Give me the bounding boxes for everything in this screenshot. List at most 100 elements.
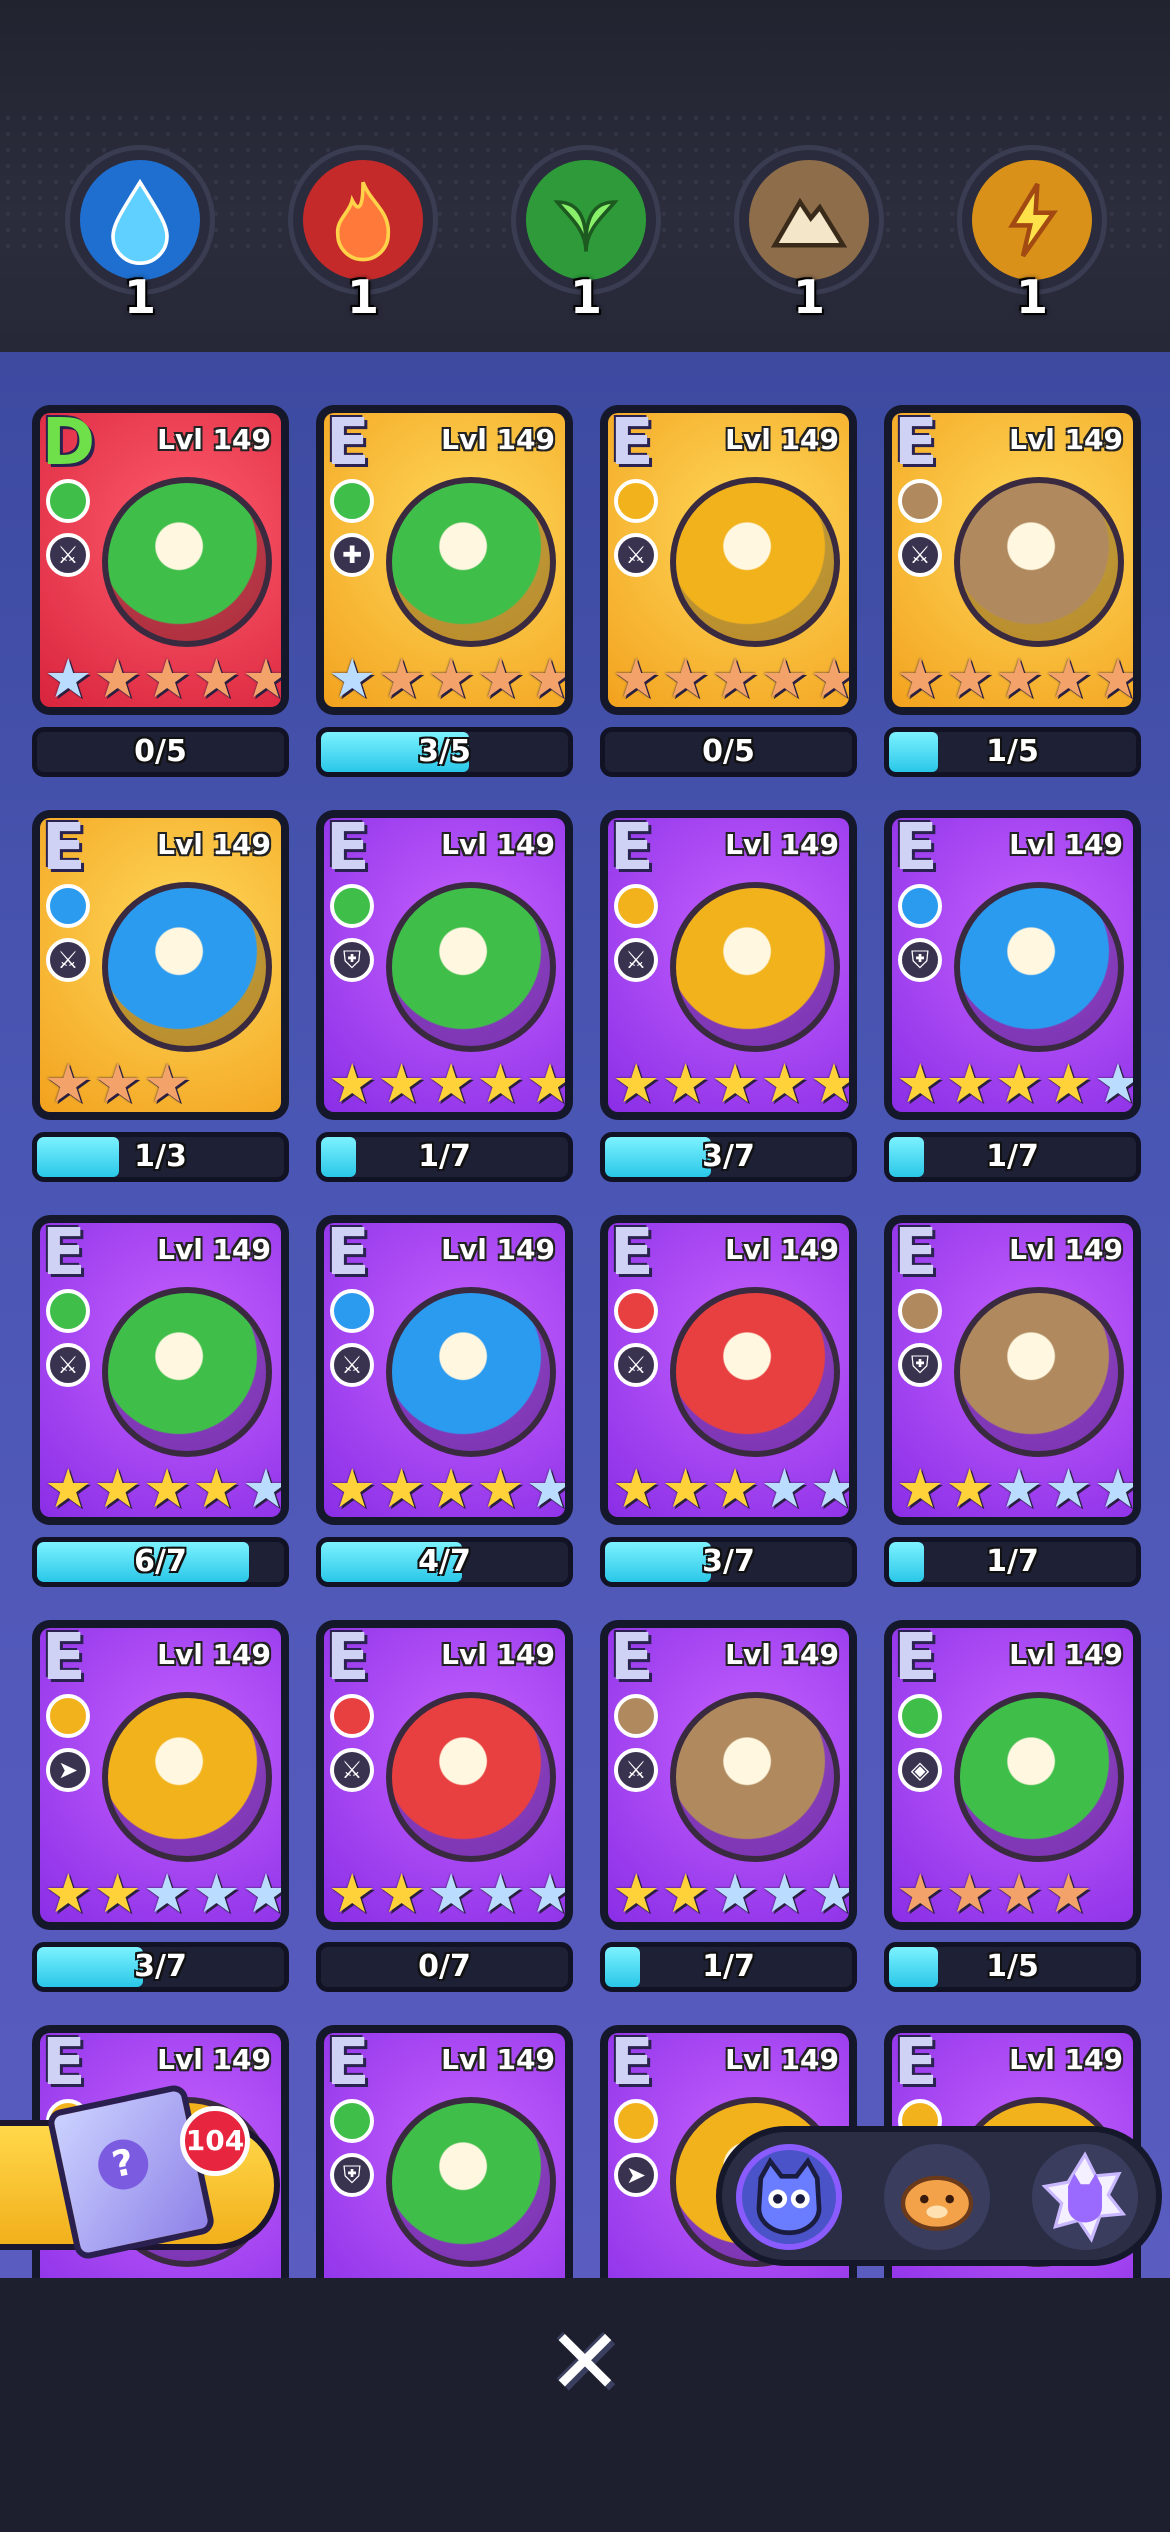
star-icon: ★	[525, 1862, 565, 1922]
earth-type-icon	[898, 479, 942, 523]
star-rating: ★★★★★★	[896, 1052, 1133, 1112]
star-icon: ★	[192, 1862, 241, 1922]
nature-type-icon	[330, 2099, 374, 2143]
creature-portrait	[954, 1692, 1124, 1862]
star-icon: ★	[476, 647, 525, 707]
cat-face-icon[interactable]	[736, 2144, 842, 2250]
creature-card[interactable]: E Lvl 149 ⚔ ★★★★★★	[600, 405, 857, 715]
star-rating: ★★★★★★	[896, 647, 1133, 707]
attack-role-icon: ⚔	[614, 1343, 658, 1387]
card-art: E Lvl 149 ⚔ ★★★★★★	[608, 818, 849, 1112]
water-drop-icon	[70, 150, 210, 290]
progress-text: 4/7	[418, 1544, 471, 1579]
creature-portrait	[102, 1692, 272, 1862]
star-icon: ★	[994, 1862, 1044, 1922]
star-icon: ★	[661, 647, 710, 707]
creature-portrait	[670, 882, 840, 1052]
creature-card[interactable]: E Lvl 149 ➤ ★★★★★★	[32, 1620, 289, 1930]
card-art: E Lvl 149 ⚔ ★★★★★★	[608, 413, 849, 707]
creature-card[interactable]: E Lvl 149 ⚔ ★★★★★★	[600, 1620, 857, 1930]
rank-letter: D	[42, 413, 96, 480]
star-icon: ★	[661, 1862, 710, 1922]
shard-progress-bar: 3/7	[600, 1132, 857, 1182]
card-art: E Lvl 149 ⛨	[324, 2033, 565, 2278]
rank-letter: E	[610, 1223, 654, 1290]
close-icon[interactable]: ✕	[540, 2318, 630, 2408]
rank-letter: E	[894, 818, 938, 885]
creature-card[interactable]: E Lvl 149 ⛨	[316, 2025, 573, 2278]
fire-icon	[293, 150, 433, 290]
speed-role-icon: ➤	[614, 2153, 658, 2197]
star-icon: ★	[192, 647, 241, 707]
element-electric[interactable]: 1	[947, 150, 1117, 350]
star-icon: ★	[994, 1052, 1044, 1112]
star-icon: ★	[476, 1457, 525, 1517]
star-icon: ★	[44, 1052, 93, 1112]
creature-portrait	[954, 882, 1124, 1052]
creature-card[interactable]: E Lvl 149 ✚ ★★★★★★	[316, 405, 573, 715]
creature-card[interactable]: E Lvl 149 ⛨ ★★★★★★	[884, 1215, 1141, 1525]
star-icon: ★	[710, 1862, 760, 1922]
shard-progress-bar: 3/7	[32, 1942, 289, 1992]
card-level: Lvl 149	[441, 423, 555, 456]
progress-text: 1/5	[986, 1949, 1039, 1984]
star-rating: ★ ★ ★	[44, 1052, 280, 1112]
star-icon: ★	[328, 1052, 377, 1112]
star-icon: ★	[896, 647, 945, 707]
element-count: 1	[569, 270, 602, 324]
star-icon: ★	[809, 1052, 849, 1112]
creature-card[interactable]: E Lvl 149 ⚔ ★★★★★★	[316, 1620, 573, 1930]
progress-text: 0/5	[702, 734, 755, 769]
card-art: E Lvl 149 ⛨ ★★★★★★	[324, 818, 565, 1112]
star-icon: ★	[994, 1457, 1044, 1517]
progress-text: 6/7	[134, 1544, 187, 1579]
defense-role-icon: ⛨	[330, 938, 374, 982]
rank-letter: E	[610, 2033, 654, 2100]
creature-grid[interactable]: DLvl 149⚔★★★★★★0/5ELvl 149✚★★★★★★3/5ELvl…	[0, 352, 1170, 2278]
hamster-face-icon[interactable]	[884, 2144, 990, 2250]
star-icon: ★	[760, 647, 809, 707]
creature-card[interactable]: E Lvl 149 ⚔ ★ ★ ★	[32, 810, 289, 1120]
mountain-icon	[739, 150, 879, 290]
star-icon: ★	[377, 1457, 426, 1517]
creature-card[interactable]: E Lvl 149 ⚔ ★★★★★★	[32, 1215, 289, 1525]
rank-letter: E	[894, 413, 938, 480]
element-water[interactable]: 1	[55, 150, 225, 350]
star-rating: ★★★★★★	[328, 1052, 565, 1112]
progress-text: 1/7	[702, 1949, 755, 1984]
element-fire[interactable]: 1	[278, 150, 448, 350]
creature-card[interactable]: E Lvl 149 ⛨ ★★★★★★	[316, 810, 573, 1120]
card-level: Lvl 149	[1009, 423, 1123, 456]
progress-text: 3/7	[134, 1949, 187, 1984]
creature-card[interactable]: D Lvl 149 ⚔ ★★★★★★	[32, 405, 289, 715]
element-nature[interactable]: 1	[501, 150, 671, 350]
card-level: Lvl 149	[441, 2043, 555, 2076]
creature-card[interactable]: E Lvl 149 ◈ ★ ★ ★ ★	[884, 1620, 1141, 1930]
element-earth[interactable]: 1	[724, 150, 894, 350]
card-art: E Lvl 149 ⚔ ★★★★★★	[892, 413, 1133, 707]
card-level: Lvl 149	[441, 1233, 555, 1266]
star-icon: ★	[525, 1052, 565, 1112]
card-art: E Lvl 149 ⚔ ★★★★★★	[608, 1223, 849, 1517]
card-level: Lvl 149	[725, 828, 839, 861]
creature-card[interactable]: E Lvl 149 ⛨ ★★★★★★	[884, 810, 1141, 1120]
rank-letter: E	[42, 818, 86, 885]
card-art: E Lvl 149 ◈ ★ ★ ★ ★	[892, 1628, 1133, 1922]
creature-card[interactable]: E Lvl 149 ⚔ ★★★★★★	[600, 810, 857, 1120]
creature-card[interactable]: E Lvl 149 ⚔ ★★★★★★	[600, 1215, 857, 1525]
card-art: E Lvl 149 ⚔ ★★★★★★	[608, 1628, 849, 1922]
defense-role-icon: ⛨	[898, 938, 942, 982]
creature-card[interactable]: E Lvl 149 ⚔ ★★★★★★	[884, 405, 1141, 715]
shard-progress-bar: 1/5	[884, 1942, 1141, 1992]
attack-role-icon: ⚔	[330, 1343, 374, 1387]
electric-type-icon	[46, 1694, 90, 1738]
gacha-button[interactable]: ? 104	[0, 2082, 280, 2262]
attack-role-icon: ⚔	[898, 533, 942, 577]
shard-progress-bar: 0/5	[600, 727, 857, 777]
creature-card[interactable]: E Lvl 149 ⚔ ★★★★★★	[316, 1215, 573, 1525]
water-type-icon	[898, 884, 942, 928]
purple-cat-icon[interactable]	[1032, 2144, 1138, 2250]
defense-role-icon: ⛨	[330, 2153, 374, 2197]
star-icon: ★	[1044, 1457, 1093, 1517]
progress-text: 1/3	[134, 1139, 187, 1174]
